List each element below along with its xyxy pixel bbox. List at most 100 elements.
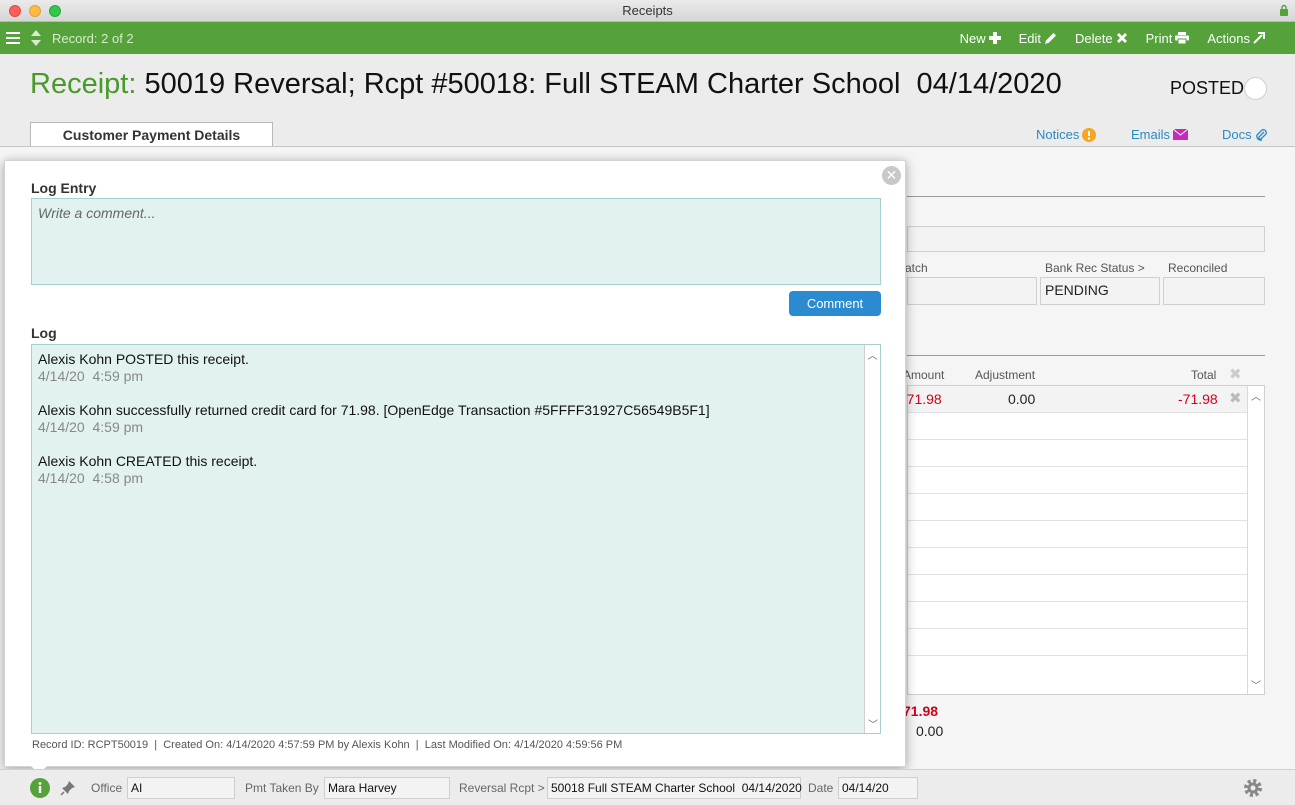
new-label: New (959, 30, 986, 46)
reconciled-field[interactable] (1163, 277, 1265, 305)
notices-label: Notices (1036, 127, 1080, 142)
batch-field[interactable] (907, 277, 1037, 305)
amount-column-header: Amount (903, 368, 945, 382)
log-item-time: 4/14/20 4:59 pm (38, 419, 144, 435)
reversal-rcpt-field[interactable]: 50018 Full STEAM Charter School 04/14/20… (547, 777, 802, 799)
record-counter: Record: 2 of 2 (52, 30, 134, 46)
lock-icon (1280, 4, 1288, 16)
page-title: Receipt: 50019 Reversal; Rcpt #50018: Fu… (30, 68, 1062, 101)
clear-icon[interactable]: ✖ (1229, 365, 1242, 383)
zoom-window-button[interactable] (49, 5, 61, 17)
actions-label: Actions (1207, 30, 1250, 46)
paperclip-icon (1255, 128, 1267, 141)
row-adjustment: 0.00 (1008, 391, 1036, 407)
gear-icon[interactable] (1242, 777, 1264, 799)
minimize-window-button[interactable] (29, 5, 41, 17)
emails-link[interactable]: Emails (1131, 127, 1189, 142)
printer-icon (1175, 32, 1190, 44)
adjustment-column-header: Adjustment (975, 368, 1036, 382)
close-window-button[interactable] (9, 5, 21, 17)
log-popover: ✕ Log Entry Write a comment... Comment L… (4, 160, 906, 767)
reconciled-label: Reconciled (1168, 261, 1228, 275)
bank-rec-field[interactable]: PENDING (1040, 277, 1160, 305)
table-row (908, 413, 1264, 440)
toolbar: Record: 2 of 2 New Edit Delete Print Act… (0, 22, 1295, 54)
print-button[interactable]: Print (1146, 31, 1190, 46)
new-button[interactable]: New (960, 31, 1001, 46)
log-item: Alexis Kohn CREATED this receipt. 4/14/2… (32, 447, 880, 498)
delete-row-icon[interactable]: ✖ (1229, 389, 1242, 407)
pmt-taken-by-label: Pmt Taken By (245, 781, 319, 795)
log-item: Alexis Kohn successfully returned credit… (32, 396, 880, 447)
adjustment-sum: 0.00 (916, 723, 944, 739)
log-item-text: Alexis Kohn successfully returned credit… (38, 402, 710, 418)
notices-link[interactable]: Notices (1036, 127, 1097, 142)
log-entry-label: Log Entry (31, 180, 97, 196)
log-item: Alexis Kohn POSTED this receipt. 4/14/20… (32, 345, 880, 396)
log-item-text: Alexis Kohn CREATED this receipt. (38, 453, 258, 469)
status-toggle[interactable] (1244, 77, 1267, 100)
pin-icon[interactable] (60, 780, 76, 796)
log-label: Log (31, 325, 57, 341)
emails-label: Emails (1131, 127, 1171, 142)
print-label: Print (1145, 30, 1173, 46)
table-row[interactable]: -71.98 0.00 -71.98 ✖ (902, 386, 1264, 413)
office-field[interactable]: AI (127, 777, 235, 799)
status-label: POSTED (1170, 78, 1245, 98)
actions-button[interactable]: Actions (1207, 31, 1265, 46)
date-field[interactable]: 04/14/20 (838, 777, 918, 799)
page-title-text: 50019 Reversal; Rcpt #50018: Full STEAM … (144, 68, 1062, 100)
edit-button[interactable]: Edit (1019, 31, 1057, 46)
scroll-up-icon[interactable]: ︿ (1248, 388, 1264, 403)
log-list: Alexis Kohn POSTED this receipt. 4/14/20… (31, 344, 881, 734)
table-row (908, 494, 1264, 521)
reversal-rcpt-label[interactable]: Reversal Rcpt > (459, 781, 545, 795)
table-row (908, 440, 1264, 467)
status-bar: Office AI Pmt Taken By Mara Harvey Rever… (0, 769, 1295, 805)
docs-label: Docs (1222, 127, 1252, 142)
menu-icon[interactable] (6, 32, 20, 44)
record-metadata: Record ID: RCPT50019 | Created On: 4/14/… (32, 739, 623, 751)
scroll-down-icon[interactable]: ﹀ (865, 716, 881, 731)
expand-arrow-icon (1253, 32, 1265, 44)
batch-label: atch (905, 261, 928, 275)
info-icon[interactable] (30, 778, 50, 798)
table-row (908, 467, 1264, 494)
office-label: Office (91, 781, 123, 795)
comment-input[interactable]: Write a comment... (31, 198, 881, 285)
comment-button[interactable]: Comment (789, 291, 881, 316)
bank-rec-label[interactable]: Bank Rec Status > (1045, 261, 1145, 275)
table-row (908, 602, 1264, 629)
warning-icon (1082, 127, 1097, 142)
table-row (908, 629, 1264, 656)
row-total: -71.98 (1178, 391, 1218, 407)
log-item-text: Alexis Kohn POSTED this receipt. (38, 351, 249, 367)
scroll-down-icon[interactable]: ﹀ (1248, 677, 1264, 692)
delete-button[interactable]: Delete (1075, 31, 1128, 46)
memo-field[interactable] (907, 226, 1265, 252)
section-divider (907, 196, 1265, 197)
total-column-header: Total (1191, 368, 1217, 382)
delete-label: Delete (1075, 30, 1113, 46)
section-divider (907, 355, 1265, 356)
pencil-icon (1045, 32, 1057, 44)
plus-icon (988, 32, 1001, 44)
scroll-up-icon[interactable]: ︿ (865, 347, 880, 362)
log-item-time: 4/14/20 4:59 pm (38, 368, 144, 384)
date-label: Date (808, 781, 834, 795)
payments-grid: -71.98 0.00 -71.98 ✖ ︿ ﹀ (902, 385, 1265, 695)
window-controls (9, 5, 61, 17)
table-row (908, 575, 1264, 602)
docs-link[interactable]: Docs (1222, 127, 1267, 142)
log-item-time: 4/14/20 4:58 pm (38, 470, 144, 486)
pmt-taken-by-field[interactable]: Mara Harvey (324, 777, 450, 799)
record-nav-icon[interactable] (30, 29, 42, 47)
page-title-label: Receipt: (30, 68, 137, 100)
edit-label: Edit (1018, 30, 1042, 46)
close-icon[interactable]: ✕ (882, 166, 901, 185)
envelope-icon (1173, 129, 1189, 140)
window-titlebar: Receipts (0, 0, 1295, 22)
tab-customer-payment-details[interactable]: Customer Payment Details (30, 122, 273, 147)
grid-scrollbar[interactable]: ︿ ﹀ (1247, 386, 1264, 694)
log-scrollbar[interactable]: ︿ ﹀ (864, 345, 880, 733)
